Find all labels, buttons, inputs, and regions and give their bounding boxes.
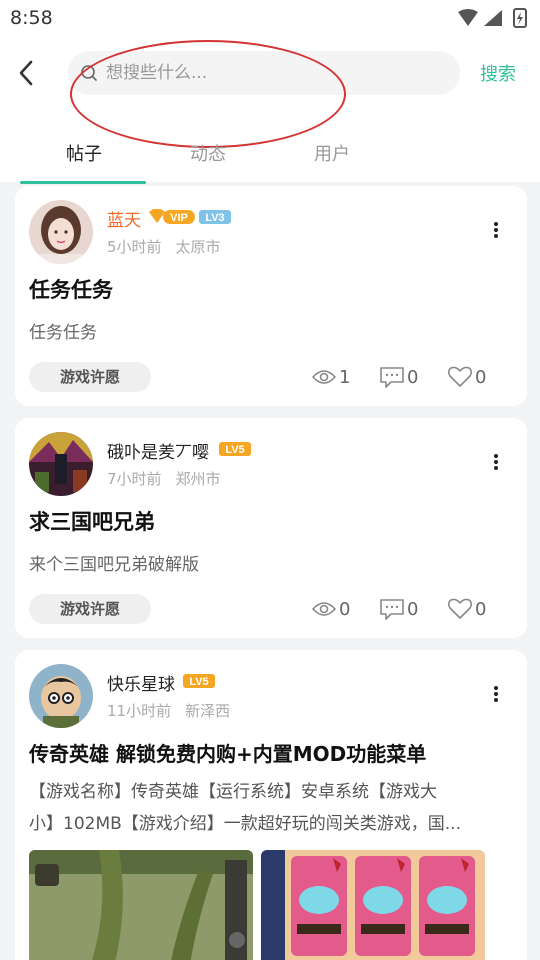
post-body-line: 【游戏名称】传奇英雄【运行系统】安卓系统【游戏大 (29, 782, 437, 802)
svg-text:LV5: LV5 (189, 676, 208, 688)
post-meta: 7小时前 郑州市 (107, 468, 221, 489)
vip-badge: VIP (170, 212, 188, 224)
wifi-icon (458, 9, 478, 26)
comment-count[interactable]: 0 (379, 364, 418, 390)
post-card[interactable]: 蓝天 VIP LV3 5小时前 太原市 任务任务 任务任务 游戏许愿 1 0 0 (15, 186, 527, 406)
avatar[interactable] (29, 432, 93, 496)
author-name[interactable]: 蓝天 (107, 206, 141, 231)
vip-level-badges: VIP LV3 (149, 209, 231, 224)
avatar[interactable] (29, 200, 93, 264)
search-input[interactable] (106, 51, 446, 95)
tab-posts[interactable]: 帖子 (24, 140, 144, 166)
comment-count[interactable]: 0 (379, 596, 418, 622)
post-title[interactable]: 任务任务 (29, 274, 113, 304)
eye-icon (311, 370, 337, 384)
post-time: 7小时前 (107, 470, 162, 488)
post-meta: 5小时前 太原市 (107, 236, 221, 257)
post-tag[interactable]: 游戏许愿 (29, 594, 151, 624)
signal-icon (484, 10, 502, 26)
author-name[interactable]: 硪卟是羑丆嘤 (107, 438, 209, 463)
active-tab-indicator (20, 181, 146, 184)
status-time: 8:58 (10, 7, 53, 29)
post-location: 新泽西 (185, 702, 231, 720)
post-body-line: 小】102MB【游戏介绍】一款超好玩的闯关类游戏，国... (29, 814, 461, 834)
post-body[interactable]: 来个三国吧兄弟破解版 (29, 550, 199, 575)
tab-activity[interactable]: 动态 (148, 140, 268, 166)
status-icons (458, 8, 527, 28)
comment-icon (380, 367, 404, 388)
more-options-icon[interactable] (491, 452, 501, 472)
view-count[interactable]: 1 (311, 364, 350, 390)
post-image-game-scene[interactable] (29, 850, 253, 960)
search-button[interactable]: 搜索 (480, 60, 516, 86)
level-badge: LV5 (219, 442, 251, 456)
like-count[interactable]: 0 (447, 596, 486, 622)
comment-icon (380, 599, 404, 620)
post-image-shop-screen[interactable] (261, 850, 485, 960)
level-badge: LV5 (183, 674, 215, 688)
tab-bar: 帖子 动态 用户 (0, 130, 540, 184)
search-box[interactable] (68, 51, 460, 95)
post-title[interactable]: 求三国吧兄弟 (29, 506, 155, 536)
vip-diamond-icon (149, 209, 165, 223)
avatar[interactable] (29, 664, 93, 728)
tab-users[interactable]: 用户 (272, 140, 392, 166)
search-header: 搜索 帖子 动态 用户 (0, 38, 540, 184)
status-bar: 8:58 (0, 0, 540, 38)
post-body[interactable]: 任务任务 (29, 318, 97, 343)
post-card[interactable]: 硪卟是羑丆嘤 LV5 7小时前 郑州市 求三国吧兄弟 来个三国吧兄弟破解版 游戏许… (15, 418, 527, 638)
like-count[interactable]: 0 (447, 364, 486, 390)
back-arrow-icon[interactable] (12, 58, 42, 88)
author-name[interactable]: 快乐星球 (107, 670, 175, 695)
post-location: 太原市 (175, 238, 221, 256)
post-time: 11小时前 (107, 702, 172, 720)
post-body[interactable]: 【游戏名称】传奇英雄【运行系统】安卓系统【游戏大 小】102MB【游戏介绍】一款… (29, 776, 519, 840)
more-options-icon[interactable] (491, 684, 501, 704)
eye-icon (311, 602, 337, 616)
more-options-icon[interactable] (491, 220, 501, 240)
post-meta: 11小时前 新泽西 (107, 700, 230, 721)
post-tag[interactable]: 游戏许愿 (29, 362, 151, 392)
view-count[interactable]: 0 (311, 596, 350, 622)
heart-icon (447, 366, 473, 387)
search-icon (81, 65, 97, 81)
post-card[interactable]: 快乐星球 LV5 11小时前 新泽西 传奇英雄 解锁免费内购+内置MOD功能菜单 … (15, 650, 527, 960)
post-time: 5小时前 (107, 238, 162, 256)
post-title[interactable]: 传奇英雄 解锁免费内购+内置MOD功能菜单 (29, 738, 426, 767)
level-badge: LV3 (205, 212, 224, 224)
svg-text:LV5: LV5 (225, 444, 244, 456)
heart-icon (447, 598, 473, 619)
post-location: 郑州市 (175, 470, 221, 488)
